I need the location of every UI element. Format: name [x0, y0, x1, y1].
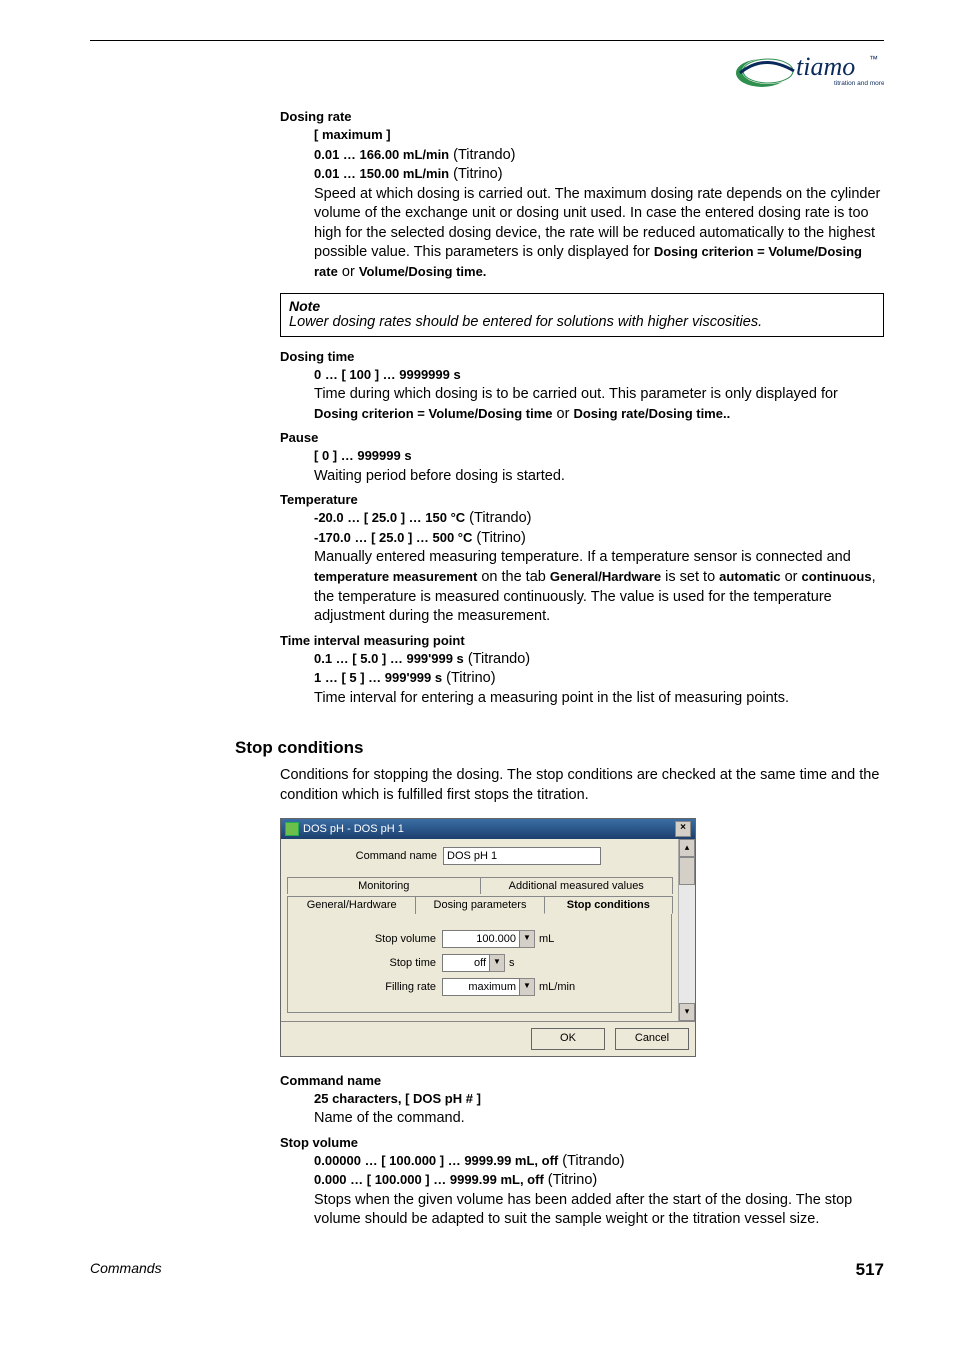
tab-additional-measured-values[interactable]: Additional measured values	[480, 877, 674, 894]
note-text: Lower dosing rates should be entered for…	[289, 314, 875, 330]
dialog-title: DOS pH - DOS pH 1	[303, 823, 404, 835]
logo-brand: tiamo	[796, 52, 855, 81]
dialog-dos-ph: DOS pH - DOS pH 1 × Command name DOS pH …	[280, 818, 696, 1057]
footer-section: Commands	[90, 1260, 162, 1280]
dialog-scrollbar[interactable]: ▴ ▾	[678, 839, 695, 1021]
stop-volume-label: Stop volume	[296, 933, 442, 945]
param-time-interval-label: Time interval measuring point	[280, 633, 884, 648]
filling-rate-input[interactable]: maximum	[442, 978, 520, 996]
command-name-input[interactable]: DOS pH 1	[443, 847, 601, 865]
scroll-track[interactable]	[679, 857, 695, 1003]
stop-time-input[interactable]: off	[442, 954, 490, 972]
param-pause-label: Pause	[280, 430, 884, 445]
chevron-down-icon[interactable]: ▼	[490, 954, 505, 972]
stop-time-label: Stop time	[296, 957, 442, 969]
ok-button[interactable]: OK	[531, 1028, 605, 1050]
note-title: Note	[289, 298, 875, 314]
section-stop-intro: Conditions for stopping the dosing. The …	[280, 766, 884, 805]
app-icon	[285, 822, 299, 836]
tab-monitoring[interactable]: Monitoring	[287, 877, 481, 894]
param-stop-volume-body: 0.00000 … [ 100.000 ] … 9999.99 mL, off …	[314, 1152, 884, 1230]
param-dosing-rate-body: [ maximum ] 0.01 … 166.00 mL/min (Titran…	[314, 126, 884, 283]
note-box: Note Lower dosing rates should be entere…	[280, 293, 884, 337]
scroll-up-icon[interactable]: ▴	[679, 839, 695, 857]
param-command-name-body: 25 characters, [ DOS pH # ] Name of the …	[314, 1090, 884, 1129]
chevron-down-icon[interactable]: ▼	[520, 978, 535, 996]
stop-volume-unit: mL	[539, 933, 554, 945]
param-dosing-time-body: 0 … [ 100 ] … 9999999 s Time during whic…	[314, 366, 884, 425]
tab-dosing-parameters[interactable]: Dosing parameters	[415, 896, 544, 914]
param-pause-body: [ 0 ] … 999999 s Waiting period before d…	[314, 447, 884, 486]
filling-rate-label: Filling rate	[296, 981, 442, 993]
param-stop-volume-label: Stop volume	[280, 1135, 884, 1150]
dialog-titlebar: DOS pH - DOS pH 1 ×	[281, 819, 695, 839]
close-icon[interactable]: ×	[675, 821, 691, 837]
cancel-button[interactable]: Cancel	[615, 1028, 689, 1050]
tab-panel-stop-conditions: Stop volume 100.000 ▼ mL Stop time off ▼…	[287, 913, 672, 1013]
param-time-interval-body: 0.1 … [ 5.0 ] … 999'999 s (Titrando) 1 ……	[314, 650, 884, 709]
tab-general-hardware[interactable]: General/Hardware	[287, 896, 416, 914]
param-dosing-time-label: Dosing time	[280, 349, 884, 364]
scroll-down-icon[interactable]: ▾	[679, 1003, 695, 1021]
command-name-label: Command name	[287, 850, 443, 862]
tab-stop-conditions[interactable]: Stop conditions	[544, 896, 673, 914]
logo-row: tiamo ™ titration and more	[90, 49, 884, 91]
param-temperature-body: -20.0 … [ 25.0 ] … 150 °C (Titrando) -17…	[314, 509, 884, 626]
param-dosing-rate-label: Dosing rate	[280, 109, 884, 124]
section-stop-conditions: Stop conditions	[235, 738, 884, 758]
param-temperature-label: Temperature	[280, 492, 884, 507]
chevron-down-icon[interactable]: ▼	[520, 930, 535, 948]
page-number: 517	[856, 1260, 884, 1280]
scroll-thumb[interactable]	[679, 857, 695, 885]
tiamo-logo: tiamo ™ titration and more	[734, 49, 884, 91]
stop-time-unit: s	[509, 957, 515, 969]
stop-volume-input[interactable]: 100.000	[442, 930, 520, 948]
filling-rate-unit: mL/min	[539, 981, 575, 993]
logo-tm: ™	[869, 54, 878, 64]
param-command-name-label: Command name	[280, 1073, 884, 1088]
logo-tagline: titration and more	[834, 80, 884, 87]
